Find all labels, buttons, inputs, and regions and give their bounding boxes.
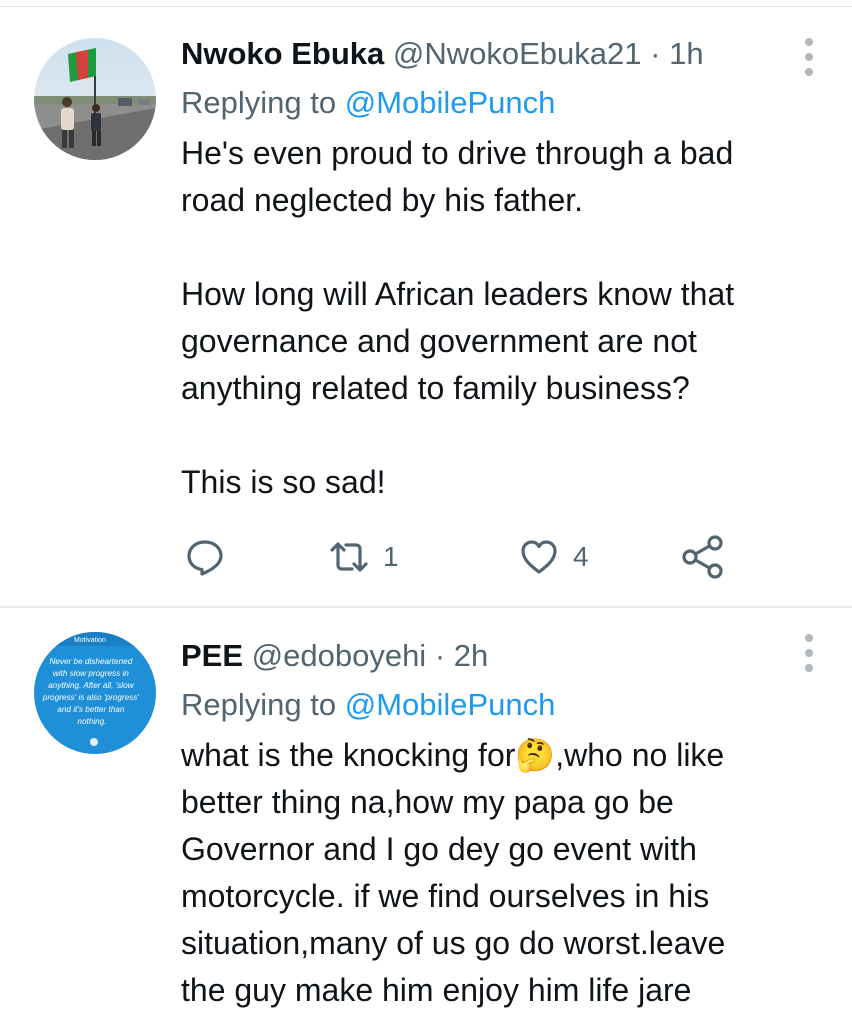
- tweet-text-line: situation,many of us go do worst.leave: [181, 925, 726, 961]
- reply-button[interactable]: [185, 532, 225, 582]
- more-vertical-icon[interactable]: [802, 632, 816, 674]
- tweet-text-line: the guy make him enjoy him life jare: [181, 972, 692, 1008]
- avatar-label: Motivation: [74, 637, 106, 644]
- share-icon: [682, 535, 723, 579]
- tweet-text-line: anything related to family business?: [181, 370, 690, 406]
- retweet-button[interactable]: 1: [329, 532, 399, 582]
- avatar-photo: [34, 38, 156, 160]
- display-name[interactable]: PEE: [181, 638, 243, 673]
- reply-icon: [187, 540, 223, 576]
- tweet-text-line: This is so sad!: [181, 464, 386, 500]
- tweet[interactable]: Nwoko Ebuka @NwokoEbuka21 · 1h Replying …: [0, 0, 852, 608]
- tweet-content: PEE @edoboyehi · 2h Replying to @MobileP…: [181, 636, 812, 1014]
- mention-link[interactable]: @MobilePunch: [345, 85, 556, 120]
- tweet-text-line: what is the knocking for🤔,who no like: [181, 737, 725, 773]
- tweet-text-line: road neglected by his father.: [181, 182, 584, 218]
- tweet-text-line: Governor and I go dey go event with: [181, 831, 697, 867]
- share-button[interactable]: [681, 532, 725, 582]
- like-count: 4: [573, 541, 589, 572]
- tweet-text-line: motorcycle. if we find ourselves in his: [181, 878, 710, 914]
- more-vertical-icon[interactable]: [802, 36, 816, 78]
- like-icon: [521, 540, 557, 574]
- tweet-content: Nwoko Ebuka @NwokoEbuka21 · 1h Replying …: [181, 34, 812, 506]
- tweet-text-line: governance and government are not: [181, 323, 697, 359]
- replying-to: Replying to @MobilePunch: [181, 82, 812, 124]
- display-name[interactable]: Nwoko Ebuka: [181, 36, 384, 71]
- tweet-text-line: He's even proud to drive through a bad: [181, 135, 734, 171]
- tweet-text-line: better thing na,how my papa go be: [181, 784, 674, 820]
- tweet[interactable]: Motivation Never be disheartened with sl…: [0, 608, 852, 1024]
- tweet-header: PEE @edoboyehi · 2h: [181, 636, 812, 676]
- timestamp[interactable]: 1h: [669, 36, 703, 71]
- timestamp[interactable]: 2h: [454, 638, 488, 673]
- replying-prefix: Replying to: [181, 85, 337, 120]
- tweet-text: what is the knocking for🤔,who no like be…: [181, 732, 812, 1014]
- handle[interactable]: @NwokoEbuka21: [393, 36, 642, 71]
- avatar[interactable]: Motivation Never be disheartened with sl…: [34, 632, 156, 754]
- replying-to: Replying to @MobilePunch: [181, 684, 812, 726]
- separator: ·: [434, 638, 446, 673]
- tweet-text-line: How long will African leaders know that: [181, 276, 735, 312]
- mention-link[interactable]: @MobilePunch: [345, 687, 556, 722]
- replying-prefix: Replying to: [181, 687, 337, 722]
- handle[interactable]: @edoboyehi: [252, 638, 427, 673]
- avatar[interactable]: [34, 38, 156, 160]
- separator: ·: [650, 36, 661, 71]
- tweet-actions: 1 4: [181, 532, 781, 582]
- tweet-header: Nwoko Ebuka @NwokoEbuka21 · 1h: [181, 34, 812, 74]
- avatar-photo: Motivation Never be disheartened with sl…: [34, 632, 156, 754]
- tweet-text: He's even proud to drive through a bad r…: [181, 130, 812, 506]
- like-button[interactable]: 4: [519, 532, 589, 582]
- retweet-count: 1: [383, 541, 399, 572]
- retweet-icon: [330, 542, 368, 572]
